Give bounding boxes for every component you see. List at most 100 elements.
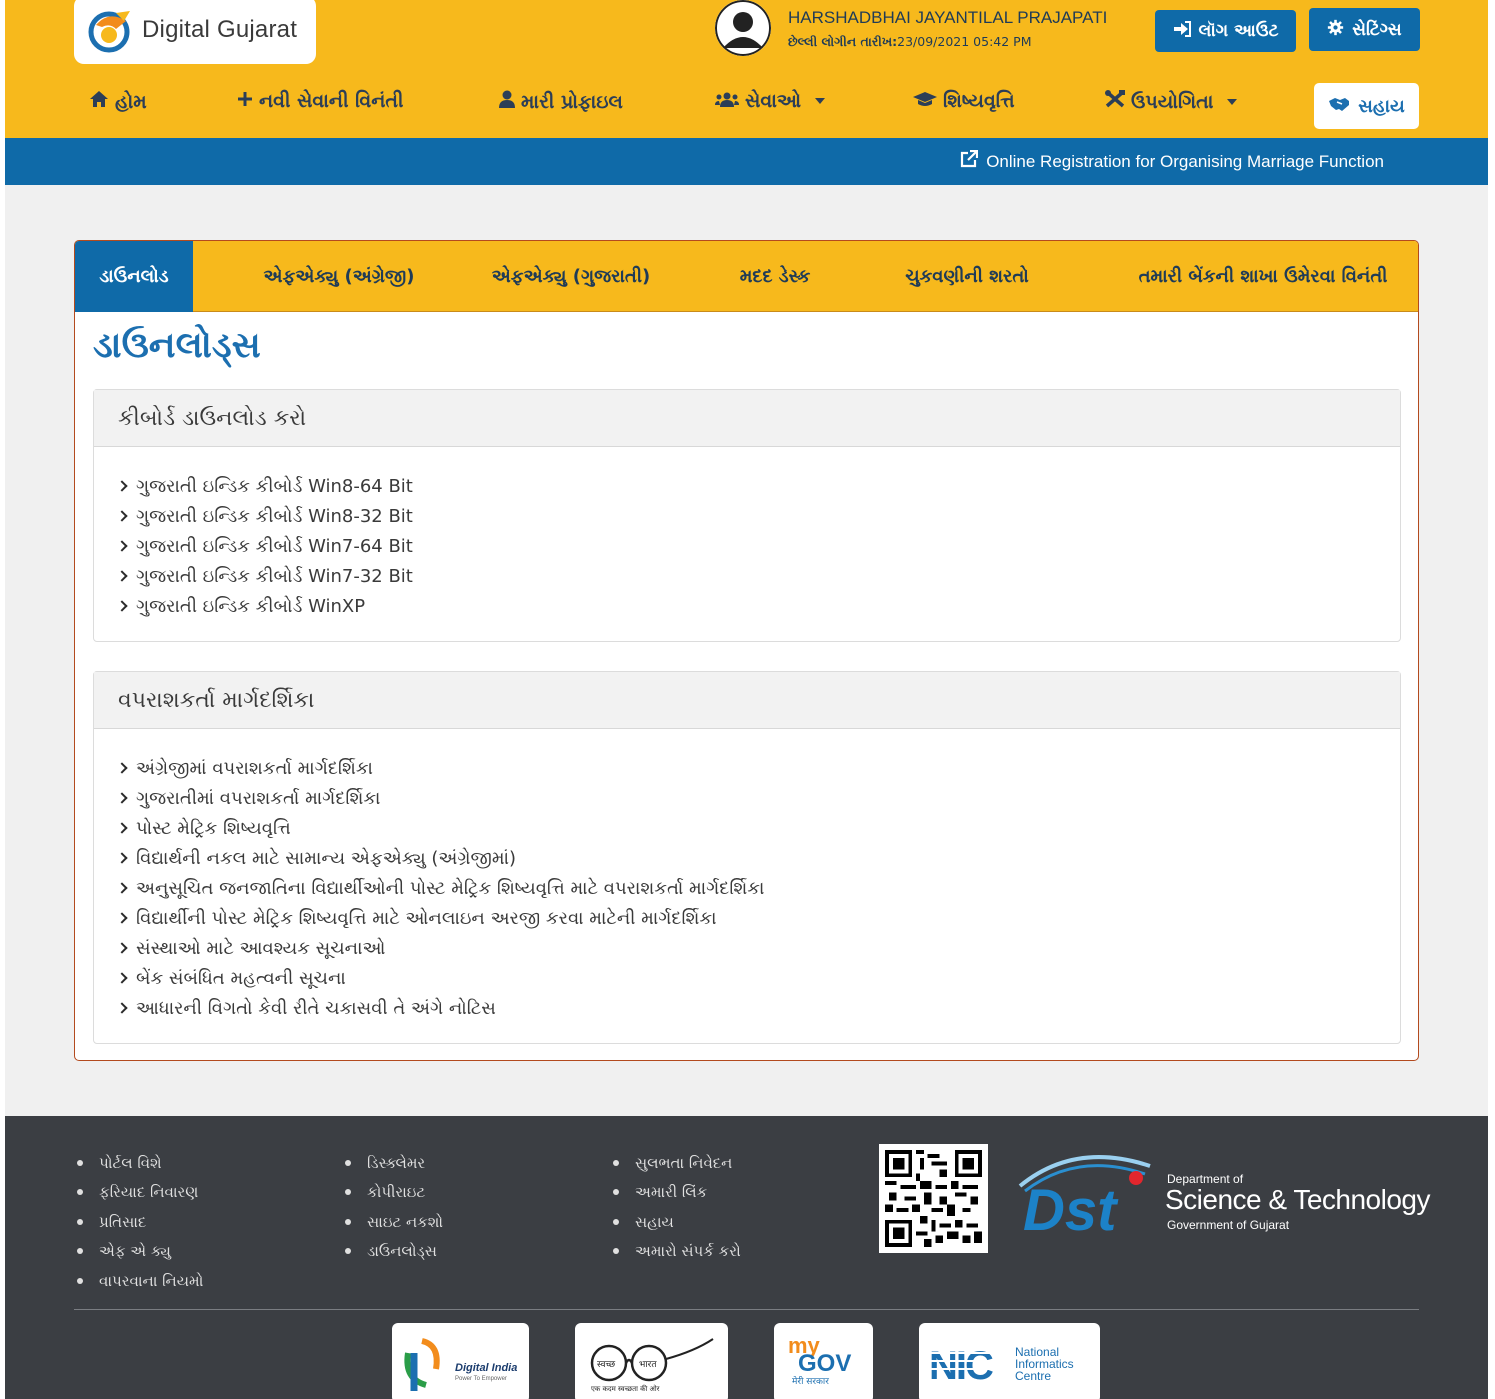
logo-text: Digital Gujarat (142, 16, 298, 43)
footer-link[interactable]: અમારો સંપર્ક કરો (613, 1237, 741, 1267)
keyboard-download-link[interactable]: ગુજરાતી ઇન્ડિક કીબોર્ડ WinXP (116, 591, 1400, 621)
chevron-right-icon (116, 912, 128, 924)
user-guide-link[interactable]: બેંક સંબંધિત મહત્વની સૂચના (116, 963, 1400, 993)
footer-link[interactable]: ડાઉનલોડ્સ (345, 1237, 443, 1267)
user-guide-link[interactable]: સંસ્થાઓ માટે આવશ્યક સૂચનાઓ (116, 933, 1400, 963)
user-name: HARSHADBHAI JAYANTILAL PRAJAPATI (788, 8, 1108, 27)
digital-india-tagline: Power To Empower (455, 1376, 507, 1382)
user-guide-panel-title: વપરાશકર્તા માર્ગદર્શિકા (94, 672, 1400, 729)
digital-india-text: Digital India (455, 1362, 517, 1374)
link-label: અંગ્રેજીમાં વપરાશકર્તા માર્ગદર્શિકા (136, 757, 373, 779)
logout-label: લૉગ આઉટ (1198, 21, 1279, 41)
page: Digital Gujarat HARSHADBHAI JAYANTILAL P… (5, 0, 1488, 1399)
footer-link[interactable]: સહાય (613, 1207, 741, 1237)
user-guide-link[interactable]: અંગ્રેજીમાં વપરાશકર્તા માર્ગદર્શિકા (116, 753, 1400, 783)
tab-payment-terms[interactable]: ચુકવણીની શરતો (881, 241, 1053, 312)
users-icon (715, 90, 739, 112)
nic-line-3: Centre (1015, 1369, 1051, 1383)
footer: પોર્ટલ વિશે ફરિયાદ નિવારણ પ્રતિસાદ એફ એ … (5, 1116, 1488, 1399)
user-guide-link[interactable]: વિદ્યાર્થની નકલ માટે સામાન્ય એફએક્યુ (અં… (116, 843, 1400, 873)
user-guide-link[interactable]: પોસ્ટ મેટ્રિક શિષ્યવૃત્તિ (116, 813, 1400, 843)
user-guide-link[interactable]: આધારની વિગતો કેવી રીતે ચકાસવી તે અંગે નો… (116, 993, 1400, 1023)
tab-faq-gujarati[interactable]: એફએક્યુ (ગુજરાતી) (465, 241, 677, 312)
nav-help-label: સહાય (1358, 95, 1405, 117)
keyboard-download-link[interactable]: ગુજરાતી ઇન્ડિક કીબોર્ડ Win8-64 Bit (116, 471, 1400, 501)
chevron-right-icon (116, 972, 128, 984)
link-label: ગુજરાતી ઇન્ડિક કીબોર્ડ Win8-64 Bit (136, 475, 413, 497)
nav-help-button[interactable]: સહાય (1314, 83, 1419, 129)
graduation-cap-icon (913, 90, 937, 112)
tab-faq-english[interactable]: એફએક્યુ (અંગ્રેજી) (221, 241, 457, 312)
tab-download[interactable]: ડાઉનલોડ (75, 241, 193, 312)
nav-utility-label: ઉપયોગિતા (1131, 90, 1214, 113)
qr-code (879, 1144, 988, 1253)
footer-link[interactable]: સાઇટ નકશો (345, 1207, 443, 1237)
user-guide-link[interactable]: વિદ્યાર્થીની પોસ્ટ મેટ્રિક શિષ્યવૃત્તિ મ… (116, 903, 1400, 933)
footer-link[interactable]: ફરિયાદ નિવારણ (77, 1178, 203, 1208)
keyboard-panel-title: કીબોર્ડ ડાઉનલોડ કરો (94, 390, 1400, 447)
link-label: અનુસૂચિત જનજાતિના વિદ્યાર્થીઓની પોસ્ટ મે… (136, 877, 765, 899)
marriage-registration-link[interactable]: Online Registration for Organising Marri… (960, 149, 1384, 173)
nav-services-label: સેવાઓ (745, 90, 802, 112)
nic-logo[interactable]: NIC National Informatics Centre (919, 1323, 1100, 1399)
user-guide-link[interactable]: અનુસૂચિત જનજાતિના વિદ્યાર્થીઓની પોસ્ટ મે… (116, 873, 1400, 903)
logout-button[interactable]: લૉગ આઉટ (1155, 10, 1296, 52)
tab-help-desk[interactable]: મદદ ડેસ્ક (715, 241, 835, 312)
settings-button[interactable]: સેટિંગ્સ (1309, 8, 1420, 51)
dst-name: Science & Technology (1165, 1184, 1431, 1215)
footer-links-col-2: ડિસ્ક્લેમર કોપીરાઇટ સાઇટ નકશો ડાઉનલોડ્સ (345, 1148, 443, 1266)
last-login-label: છેલ્લી લોગીન તારીખ: (788, 34, 898, 49)
footer-link[interactable]: અમારી લિંક (613, 1178, 741, 1208)
chevron-right-icon (116, 942, 128, 954)
user-guide-link[interactable]: ગુજરાતીમાં વપરાશકર્તા માર્ગદર્શિકા (116, 783, 1400, 813)
footer-link[interactable]: પોર્ટલ વિશે (77, 1148, 203, 1178)
link-label: ગુજરાતી ઇન્ડિક કીબોર્ડ Win8-32 Bit (136, 505, 413, 527)
chevron-right-icon (116, 600, 128, 612)
nav-new-service-label: નવી સેવાની વિનંતી (259, 90, 404, 112)
home-icon (89, 90, 109, 113)
footer-link[interactable]: એફ એ ક્યુ (77, 1237, 203, 1267)
nav-home[interactable]: હોમ (89, 90, 147, 113)
chevron-right-icon (116, 570, 128, 582)
footer-link[interactable]: કોપીરાઇટ (345, 1178, 443, 1208)
nav-services[interactable]: સેવાઓ (715, 90, 826, 112)
mygov-tagline: मेरी सरकार (792, 1375, 829, 1387)
swachh-bharat-logo[interactable]: स्वच्छ भारत एक कदम स्वच्छता की ओर (575, 1323, 728, 1399)
nav-home-label: હોમ (115, 90, 147, 113)
chevron-right-icon (116, 480, 128, 492)
keyboard-download-link[interactable]: ગુજરાતી ઇન્ડિક કીબોર્ડ Win7-32 Bit (116, 561, 1400, 591)
tools-icon (1105, 90, 1125, 113)
link-label: વિદ્યાર્થીની પોસ્ટ મેટ્રિક શિષ્યવૃત્તિ મ… (136, 907, 717, 929)
last-login-value: 23/09/2021 05:42 PM (897, 34, 1032, 49)
footer-divider (74, 1309, 1419, 1310)
chevron-right-icon (116, 540, 128, 552)
footer-link[interactable]: વાપરવાના નિયમો (77, 1266, 203, 1296)
digital-india-logo[interactable]: Digital India Power To Empower (392, 1323, 529, 1399)
footer-link[interactable]: ડિસ્ક્લેમર (345, 1148, 443, 1178)
digital-gujarat-logo-icon (86, 5, 136, 55)
keyboard-download-link[interactable]: ગુજરાતી ઇન્ડિક કીબોર્ડ Win8-32 Bit (116, 501, 1400, 531)
nav-profile[interactable]: મારી પ્રોફાઇલ (499, 90, 623, 113)
avatar[interactable] (715, 0, 771, 56)
dst-logo[interactable]: Dst Department of Science & Technology G… (1015, 1146, 1431, 1236)
keyboard-download-link[interactable]: ગુજરાતી ઇન્ડિક કીબોર્ડ Win7-64 Bit (116, 531, 1400, 561)
mygov-logo[interactable]: my GOV मेरी सरकार (774, 1323, 873, 1399)
sign-out-icon (1173, 20, 1191, 42)
nic-logo-letters: NIC (929, 1344, 993, 1388)
external-link-icon (960, 149, 979, 173)
nav-scholarship[interactable]: શિષ્યવૃત્તિ (913, 90, 1015, 112)
link-label: વિદ્યાર્થની નકલ માટે સામાન્ય એફએક્યુ (અં… (136, 847, 517, 869)
chevron-right-icon (116, 762, 128, 774)
link-label: પોસ્ટ મેટ્રિક શિષ્યવૃત્તિ (136, 817, 291, 839)
link-label: ગુજરાતી ઇન્ડિક કીબોર્ડ Win7-64 Bit (136, 535, 413, 557)
nav-new-service[interactable]: નવી સેવાની વિનંતી (237, 90, 403, 112)
tab-bar: ડાઉનલોડ એફએક્યુ (અંગ્રેજી) એફએક્યુ (ગુજર… (75, 241, 1418, 312)
footer-link[interactable]: સુલભતા નિવેદન (613, 1148, 741, 1178)
nav-utility[interactable]: ઉપયોગિતા (1105, 90, 1238, 113)
tab-add-bank-branch[interactable]: તમારી બેંકની શાખા ઉમેરવા વિનંતી (1113, 241, 1413, 312)
chevron-right-icon (116, 852, 128, 864)
footer-link[interactable]: પ્રતિસાદ (77, 1207, 203, 1237)
site-logo[interactable]: Digital Gujarat (74, 0, 316, 64)
link-label: સંસ્થાઓ માટે આવશ્યક સૂચનાઓ (136, 937, 386, 959)
user-icon (499, 90, 515, 113)
